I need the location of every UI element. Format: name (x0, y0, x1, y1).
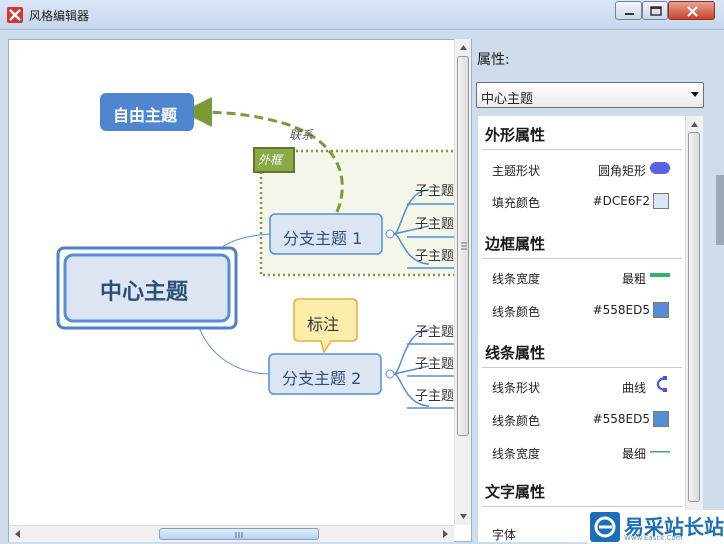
scroll-left-icon[interactable] (9, 526, 26, 542)
grip-icon (461, 242, 467, 250)
prop-label-border-width: 线条宽度 (492, 272, 541, 286)
canvas-horizontal-thumb[interactable] (159, 528, 319, 540)
prop-label-line-width: 线条宽度 (492, 447, 541, 461)
minimize-icon (625, 13, 634, 15)
canvas-vertical-scrollbar[interactable] (454, 39, 471, 525)
title-bar: 风格编辑器 (0, 0, 724, 30)
divider (482, 506, 682, 507)
app-icon (7, 7, 23, 23)
brand-logo-icon (590, 512, 620, 542)
thin-line-icon[interactable] (650, 450, 670, 454)
subtopic-label: 子主题 (415, 389, 455, 404)
close-button[interactable] (668, 1, 715, 20)
prop-value-line-color[interactable]: #558ED5 (588, 412, 650, 426)
mindmap-diagram (56, 93, 455, 409)
collapse-toggle-icon[interactable] (385, 369, 395, 379)
section-header-text: 文字属性 (485, 483, 546, 501)
element-select-value: 中心主题 (481, 92, 534, 107)
scroll-down-icon[interactable] (455, 508, 472, 525)
subtopic-label: 子主题 (415, 357, 455, 372)
subtopic-label: 子主题 (415, 217, 455, 232)
subtopic-label: 子主题 (415, 184, 455, 199)
scroll-up-icon[interactable] (686, 116, 703, 132)
prop-value-fill-color[interactable]: #DCE6F2 (588, 194, 650, 208)
border-color-swatch[interactable] (653, 302, 669, 318)
line-color-swatch[interactable] (653, 411, 669, 427)
callout-label: 标注 (307, 315, 340, 334)
chevron-down-icon (691, 92, 699, 97)
curve-line-icon[interactable] (650, 375, 670, 393)
scroll-right-icon[interactable] (437, 526, 454, 542)
close-icon (687, 6, 698, 17)
prop-value-border-width[interactable]: 最粗 (608, 270, 646, 287)
element-select[interactable]: 中心主题 (476, 82, 704, 108)
minimize-button[interactable] (615, 1, 642, 20)
collapse-toggle-icon[interactable] (385, 229, 395, 239)
branch-1-label: 分支主题 1 (283, 229, 363, 248)
maximize-icon (650, 6, 662, 16)
floating-topic-label: 自由主题 (113, 106, 178, 125)
canvas-horizontal-scrollbar[interactable] (9, 525, 454, 542)
divider (482, 258, 682, 259)
prop-label-line-color: 线条颜色 (492, 414, 541, 428)
properties-scrollbar[interactable] (686, 116, 703, 542)
prop-value-topic-shape[interactable]: 圆角矩形 (588, 162, 646, 179)
branch-2-label: 分支主题 2 (282, 369, 362, 388)
section-header-line: 线条属性 (485, 344, 546, 362)
canvas-vertical-thumb[interactable] (457, 56, 469, 436)
prop-label-topic-shape: 主题形状 (492, 164, 541, 178)
mindmap-canvas[interactable]: 自由主题 联系 外框 中心主题 分支主题 1 分支主题 2 标注 子主题 子主题… (8, 39, 472, 542)
fill-color-swatch[interactable] (653, 193, 669, 209)
window-edge (716, 175, 724, 245)
boundary-label: 外框 (258, 153, 283, 167)
prop-label-font: 字体 (492, 528, 517, 542)
maximize-button[interactable] (642, 1, 668, 20)
divider (482, 367, 682, 368)
prop-value-line-shape[interactable]: 曲线 (608, 379, 646, 396)
relationship-label: 联系 (289, 128, 314, 142)
section-header-border: 边框属性 (485, 235, 546, 253)
prop-label-border-color: 线条颜色 (492, 305, 541, 319)
grip-icon (235, 532, 243, 538)
prop-value-line-width[interactable]: 最细 (608, 445, 646, 462)
prop-label-fill-color: 填充颜色 (492, 196, 541, 210)
watermark-url: Www.Easck.Com (624, 534, 683, 542)
window-title: 风格编辑器 (29, 9, 90, 23)
watermark: 易采站长站 Www.Easck.Com (588, 510, 724, 544)
thick-line-icon[interactable] (650, 272, 670, 280)
section-header-shape: 外形属性 (485, 126, 546, 144)
prop-label-line-shape: 线条形状 (492, 381, 541, 395)
scroll-up-icon[interactable] (455, 39, 472, 56)
rounded-rect-shape-icon[interactable] (650, 162, 670, 174)
central-topic-label: 中心主题 (100, 280, 189, 305)
subtopic-label: 子主题 (415, 249, 455, 264)
logo-e-icon (594, 516, 616, 538)
properties-title: 属性: (477, 52, 510, 68)
properties-list: 外形属性 主题形状 圆角矩形 填充颜色 #DCE6F2 边框属性 线条宽度 最粗… (478, 116, 685, 542)
prop-value-border-color[interactable]: #558ED5 (588, 303, 650, 317)
connector-branch-2 (196, 321, 272, 375)
properties-scroll-thumb[interactable] (688, 132, 700, 502)
divider (482, 149, 682, 150)
subtopic-label: 子主题 (415, 325, 455, 340)
